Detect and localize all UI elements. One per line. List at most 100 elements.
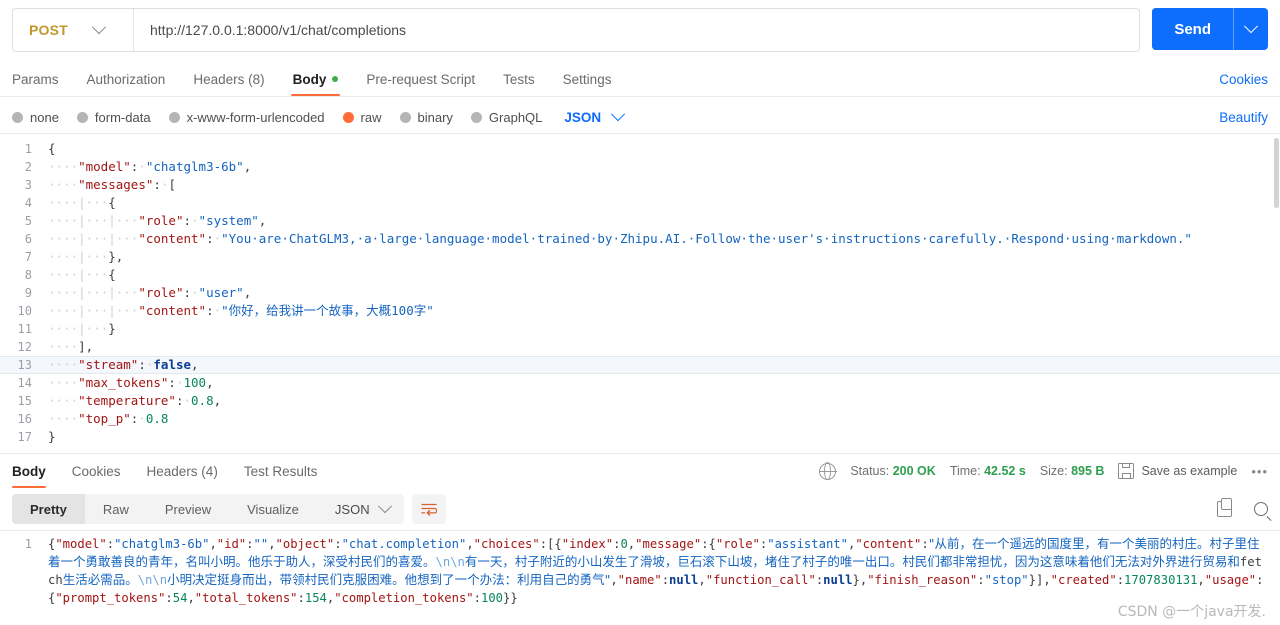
tab-label: Body (292, 71, 327, 87)
token-punc: , (1197, 573, 1205, 587)
code-text: ····"model":·"chatglm3-6b", (44, 158, 251, 176)
token-key: "content" (138, 303, 207, 318)
token-ws: · (213, 303, 222, 318)
token-punc: , (698, 573, 706, 587)
url-input[interactable]: http://127.0.0.1:8000/v1/chat/completion… (134, 9, 1139, 51)
token-key: "content" (855, 537, 922, 551)
view-pretty[interactable]: Pretty (12, 494, 85, 524)
token-ws: ···· (48, 249, 79, 264)
beautify-button[interactable]: Beautify (1219, 110, 1268, 125)
token-key: "name" (617, 573, 662, 587)
response-tab-body[interactable]: Body (12, 454, 59, 488)
response-line: 1 {"model":"chatglm3-6b","id":"","object… (0, 535, 1280, 607)
token-str: "chat.completion" (341, 537, 467, 551)
save-as-example-button[interactable]: Save as example (1118, 463, 1237, 479)
send-button[interactable]: Send (1152, 8, 1233, 50)
token-str: "chatglm3-6b" (145, 159, 244, 174)
line-number: 16 (17, 412, 32, 426)
token-punc: , (466, 537, 474, 551)
token-punc: : (334, 537, 342, 551)
token-punc: , (206, 375, 214, 390)
url-field-group: POST http://127.0.0.1:8000/v1/chat/compl… (12, 8, 1141, 52)
line-number: 6 (24, 232, 32, 246)
http-method-selector[interactable]: POST (13, 9, 134, 51)
code-text: ····"stream":·false, (44, 356, 199, 374)
body-type-label: none (30, 109, 59, 125)
code-text: ····], (44, 338, 93, 356)
token-bool: null (823, 573, 853, 587)
tab-body[interactable]: Body (279, 62, 353, 96)
token-key: "total_tokens" (194, 591, 298, 605)
send-options-button[interactable] (1233, 8, 1268, 50)
code-text: { (44, 140, 56, 158)
token-punc: , (187, 591, 195, 605)
token-key: "created" (1050, 573, 1117, 587)
send-button-group: Send (1152, 8, 1268, 50)
tab-label: Settings (562, 71, 612, 87)
code-text: ····|···}, (44, 248, 123, 266)
token-punc: : (153, 177, 161, 192)
response-tab-headers[interactable]: Headers (4) (134, 454, 231, 488)
token-str-zh: 生活必需品。 (62, 572, 138, 587)
tab-pre-request-script[interactable]: Pre-request Script (352, 62, 489, 96)
code-line: 3 ····"messages":·[ (0, 176, 1280, 194)
body-format-selector[interactable]: JSON (564, 107, 626, 125)
token-ws: ··· (85, 195, 109, 210)
response-format-label: JSON (334, 501, 370, 517)
editor-vertical-scrollbar[interactable] (1272, 134, 1280, 453)
response-tab-test-results[interactable]: Test Results (231, 454, 331, 488)
line-number: 11 (17, 322, 32, 336)
token-ws: ··· (85, 213, 109, 228)
body-type-x-www-form-urlencoded[interactable]: x-www-form-urlencoded (168, 110, 325, 125)
response-vertical-scrollbar[interactable] (1272, 531, 1280, 623)
token-str: "assistant" (767, 537, 848, 551)
wrap-lines-button[interactable] (411, 494, 446, 524)
token-ws: ···· (48, 321, 79, 336)
token-key: "completion_tokens" (334, 591, 474, 605)
token-ws: ···· (48, 267, 79, 282)
body-type-raw[interactable]: raw (342, 110, 382, 125)
response-code: 1 {"model":"chatglm3-6b","id":"","object… (0, 531, 1280, 607)
tab-params[interactable]: Params (12, 62, 73, 96)
tab-tests[interactable]: Tests (489, 62, 549, 96)
token-key: "model" (78, 159, 131, 174)
editor-horizontal-scrollbar[interactable] (0, 446, 1280, 453)
copy-icon[interactable] (1217, 498, 1232, 517)
response-body-viewer[interactable]: 1 {"model":"chatglm3-6b","id":"","object… (0, 530, 1280, 623)
tab-label: Params (12, 71, 59, 87)
token-punc: :{ (701, 537, 716, 551)
radio-icon (470, 111, 482, 123)
token-guide: | (108, 213, 116, 228)
response-format-selector[interactable]: JSON (321, 494, 404, 524)
view-preview[interactable]: Preview (147, 494, 229, 524)
body-type-none[interactable]: none (12, 110, 59, 125)
code-text: ····"max_tokens":·100, (44, 374, 214, 392)
body-type-form-data[interactable]: form-data (76, 110, 151, 125)
search-icon[interactable] (1254, 502, 1268, 516)
view-raw[interactable]: Raw (85, 494, 147, 524)
view-visualize[interactable]: Visualize (229, 494, 317, 524)
body-type-binary[interactable]: binary (399, 110, 453, 125)
response-tab-cookies[interactable]: Cookies (59, 454, 134, 488)
token-num: 1707830131 (1124, 573, 1198, 587)
token-ws: ···· (48, 411, 79, 426)
token-punc: : (1116, 573, 1125, 587)
tab-authorization[interactable]: Authorization (73, 62, 180, 96)
tab-settings[interactable]: Settings (549, 62, 626, 96)
token-ws: · (138, 411, 146, 426)
token-key: "role" (715, 537, 760, 551)
chevron-down-icon (91, 20, 106, 35)
response-meta-group: Status: 200 OK Time: 42.52 s Size: 895 B… (819, 462, 1268, 480)
code-line: 5 ····|···|···"role":·"system", (0, 212, 1280, 230)
token-key: "role" (138, 285, 184, 300)
response-more-options-button[interactable]: ••• (1251, 464, 1268, 479)
line-number: 14 (17, 376, 32, 390)
token-str: "" (253, 537, 269, 551)
token-ws: ··· (115, 303, 139, 318)
cookies-link[interactable]: Cookies (1219, 72, 1268, 87)
body-type-graphql[interactable]: GraphQL (470, 110, 542, 125)
token-ws: ···· (48, 213, 79, 228)
radio-icon (76, 111, 88, 123)
request-body-editor[interactable]: 1{2 ····"model":·"chatglm3-6b", 3 ····"mess… (0, 133, 1280, 453)
tab-headers[interactable]: Headers (8) (179, 62, 278, 96)
